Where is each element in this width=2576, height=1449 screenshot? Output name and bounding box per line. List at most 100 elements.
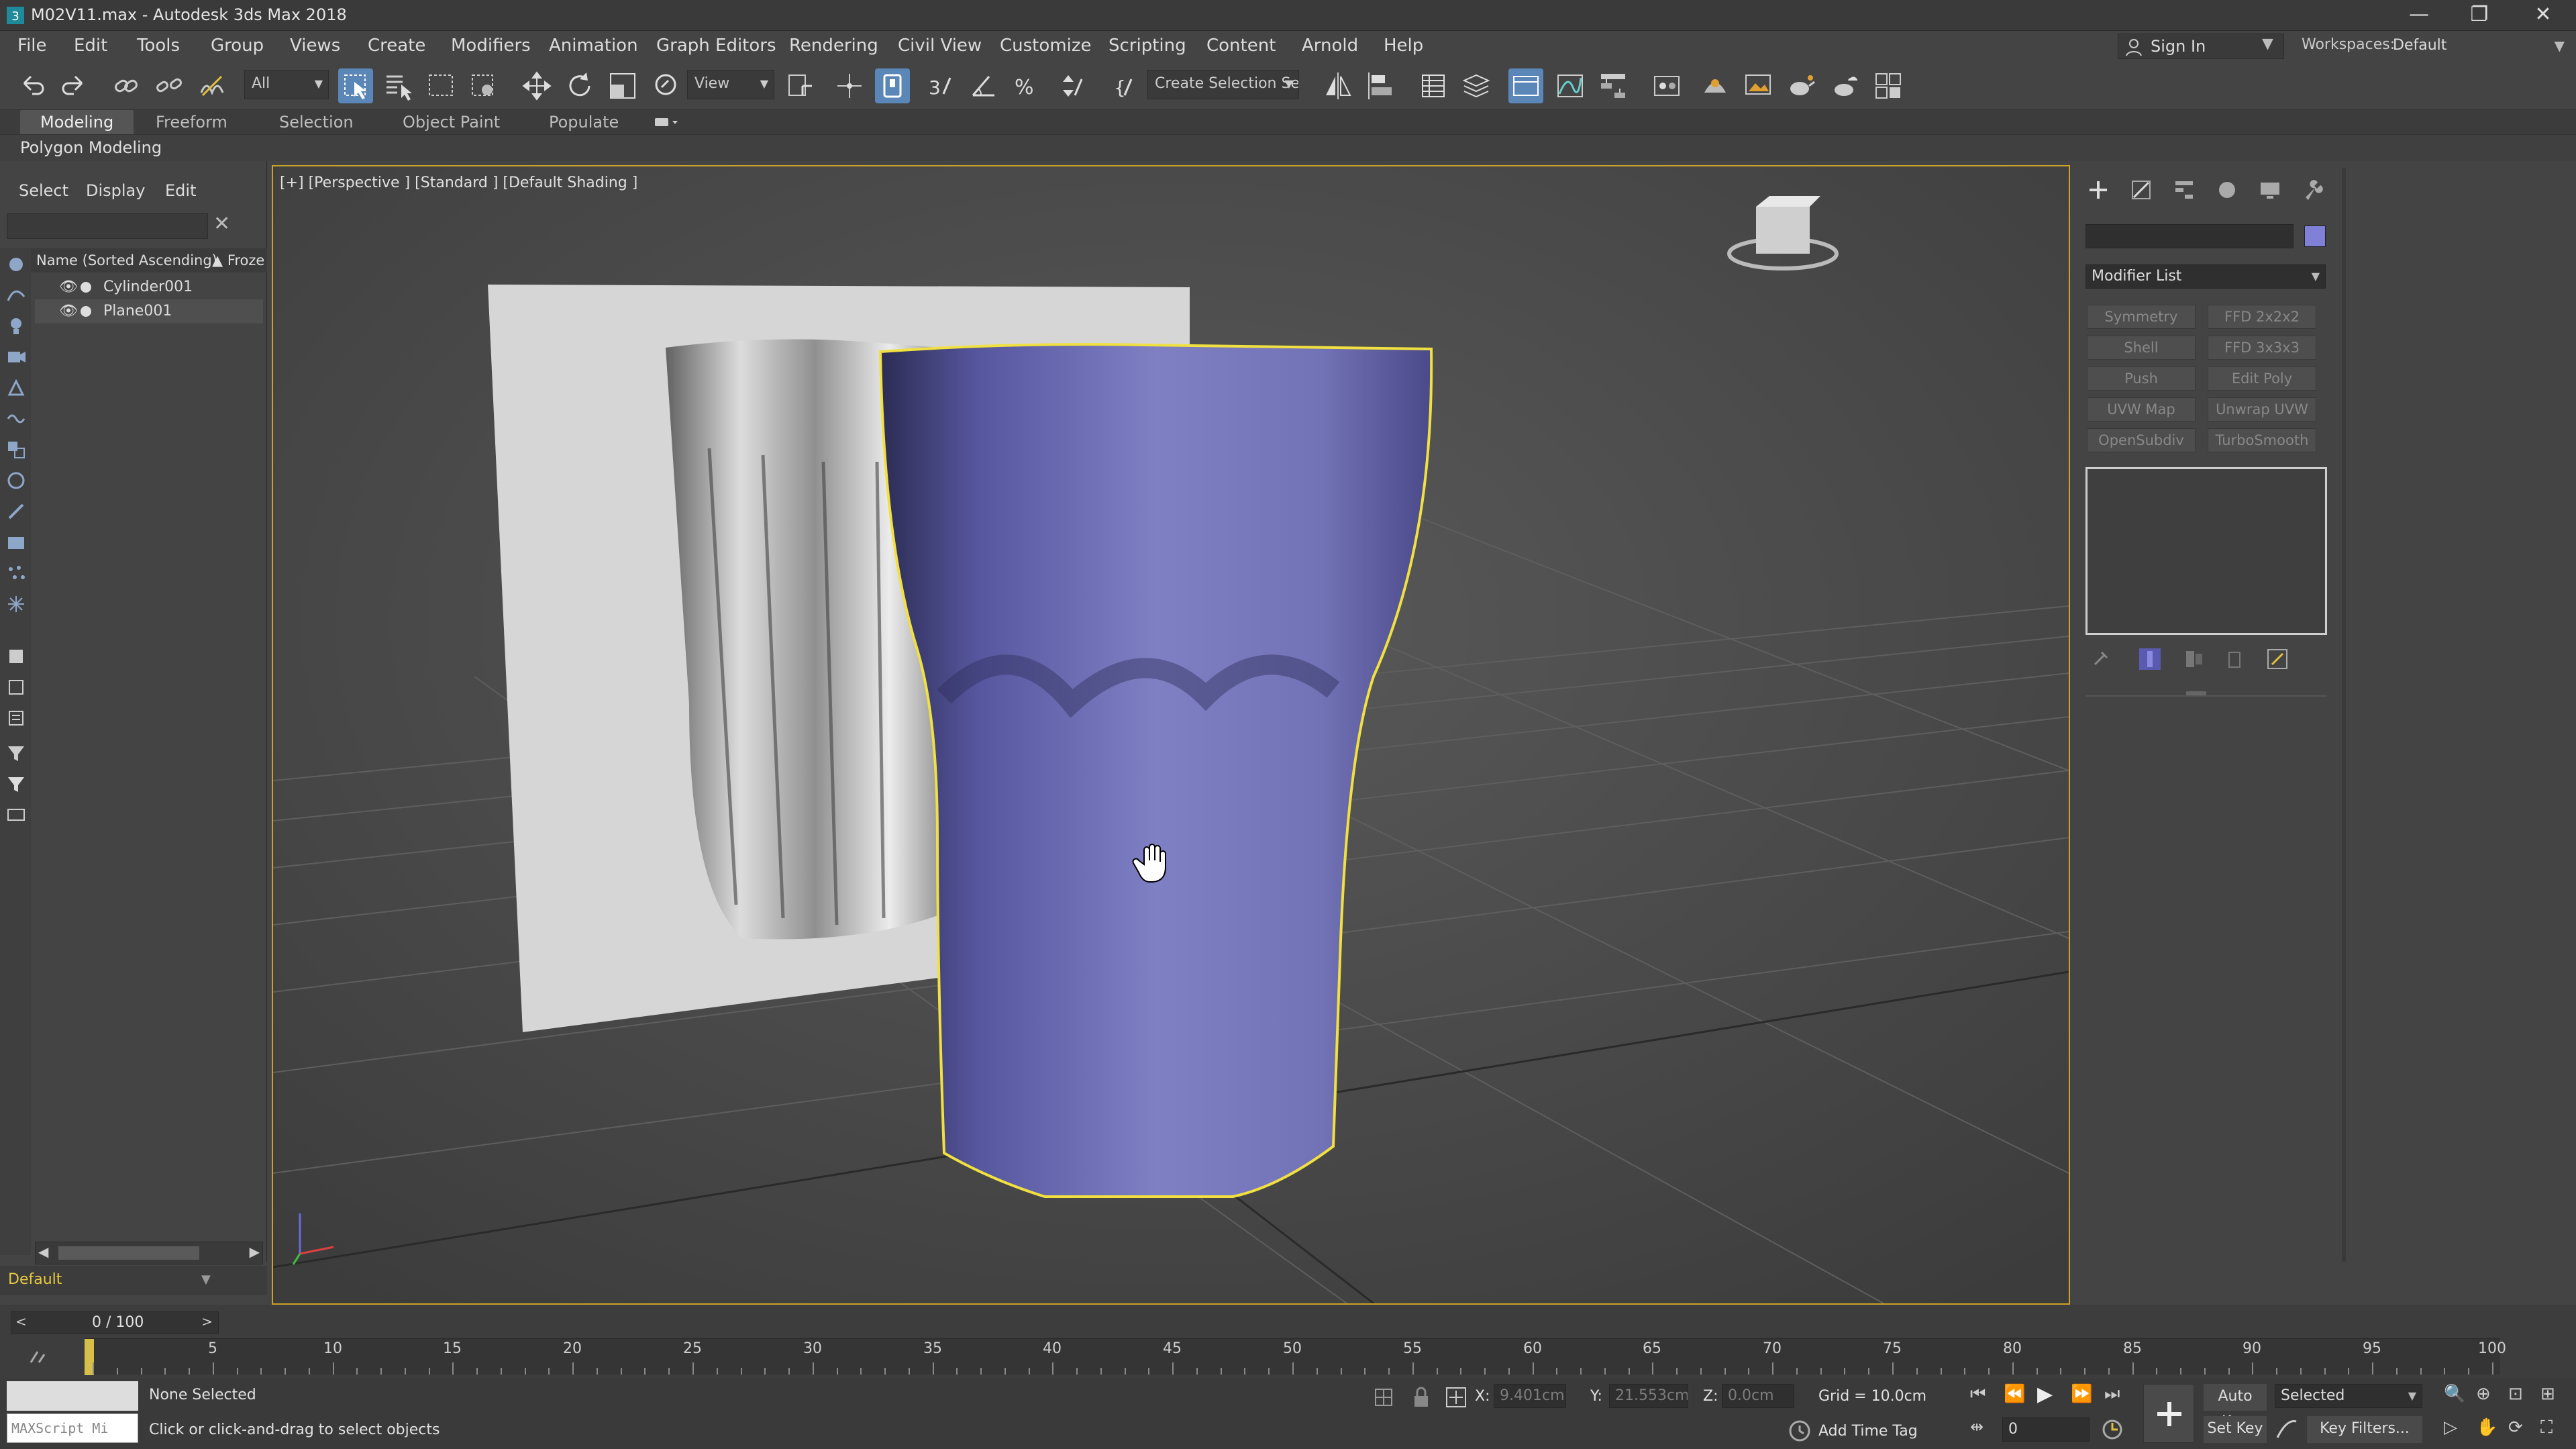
pivot-point-center-button[interactable] bbox=[782, 68, 817, 103]
window-crossing-button[interactable] bbox=[467, 68, 502, 103]
schematic-view-button[interactable] bbox=[1596, 68, 1631, 103]
filter-icon[interactable] bbox=[4, 741, 28, 765]
selection-lock-icon[interactable] bbox=[1408, 1384, 1435, 1411]
viewport-label[interactable]: [+] [Perspective ] [Standard ] [Default … bbox=[280, 174, 637, 191]
column-frozen[interactable]: ▲ Froze bbox=[212, 252, 264, 268]
bind-to-space-warp-button[interactable] bbox=[195, 68, 229, 103]
display-particles-icon[interactable] bbox=[4, 561, 28, 585]
utilities-tab-icon[interactable] bbox=[2302, 179, 2324, 201]
menu-file[interactable]: File bbox=[17, 31, 47, 62]
material-editor-button[interactable] bbox=[1649, 68, 1684, 103]
ribbon-tab-modeling[interactable]: Modeling bbox=[20, 110, 134, 134]
undo-button[interactable] bbox=[15, 68, 50, 103]
ribbon-tab-freeform[interactable]: Freeform bbox=[156, 110, 227, 134]
display-geometry-icon[interactable] bbox=[4, 252, 28, 277]
display-all-icon[interactable] bbox=[4, 644, 28, 668]
z-coordinate-field[interactable]: 0.0cm bbox=[1722, 1384, 1794, 1408]
select-and-rotate-button[interactable] bbox=[562, 68, 597, 103]
display-lights-icon[interactable] bbox=[4, 314, 28, 338]
key-filters-button[interactable]: Key Filters... bbox=[2307, 1416, 2422, 1443]
rectangular-selection-button[interactable] bbox=[424, 68, 459, 103]
object-color-swatch[interactable] bbox=[2304, 226, 2326, 247]
modifier-opensubdiv-button[interactable]: OpenSubdiv bbox=[2087, 428, 2196, 452]
display-space-warps-icon[interactable] bbox=[4, 407, 28, 431]
toggle-scene-explorer-button[interactable] bbox=[1416, 68, 1451, 103]
menu-group[interactable]: Group bbox=[211, 31, 264, 62]
explorer-menu-edit[interactable]: Edit bbox=[165, 181, 196, 200]
modifier-unwrap-uvw-button[interactable]: Unwrap UVW bbox=[2208, 397, 2316, 421]
minimize-button[interactable]: — bbox=[2389, 0, 2449, 31]
track-bar-icon[interactable] bbox=[27, 1342, 54, 1369]
modifier-uvw-map-button[interactable]: UVW Map bbox=[2087, 397, 2196, 421]
column-name-sorted[interactable]: Name (Sorted Ascending) bbox=[36, 252, 217, 268]
explorer-menu-select[interactable]: Select bbox=[19, 181, 68, 200]
display-invert-icon[interactable] bbox=[4, 706, 28, 730]
x-coordinate-field[interactable]: 9.401cm bbox=[1494, 1384, 1566, 1408]
display-bones-icon[interactable] bbox=[4, 499, 28, 523]
display-groups-icon[interactable] bbox=[4, 438, 28, 462]
filter-active-icon[interactable] bbox=[4, 772, 28, 796]
close-button[interactable]: ✕ bbox=[2513, 0, 2573, 31]
field-of-view-icon[interactable]: ▷ bbox=[2444, 1417, 2457, 1438]
ribbon-tab-selection[interactable]: Selection bbox=[279, 110, 354, 134]
angle-snap-button[interactable] bbox=[966, 68, 1001, 103]
go-to-end-icon[interactable]: ⏭ bbox=[2104, 1384, 2120, 1405]
menu-content[interactable]: Content bbox=[1206, 31, 1276, 62]
visibility-eye-icon[interactable]: 👁 bbox=[59, 275, 78, 299]
remove-modifier-icon[interactable] bbox=[2222, 647, 2247, 671]
edit-named-selection-button[interactable]: { bbox=[1107, 68, 1142, 103]
isolate-selection-icon[interactable] bbox=[1370, 1384, 1397, 1411]
key-mode-toggle-icon[interactable]: ⇹ bbox=[1970, 1417, 1983, 1436]
current-frame-field[interactable]: 0 bbox=[2002, 1417, 2090, 1442]
select-and-link-button[interactable] bbox=[109, 68, 144, 103]
explorer-horizontal-scrollbar[interactable]: ◀ ▶ bbox=[35, 1242, 263, 1264]
ribbon-tab-object-paint[interactable]: Object Paint bbox=[403, 110, 500, 134]
pan-view-icon[interactable]: ✋ bbox=[2476, 1417, 2497, 1438]
sign-in-dropdown[interactable]: Sign In ▼ bbox=[2118, 34, 2284, 59]
toggle-layer-explorer-button[interactable] bbox=[1459, 68, 1494, 103]
time-slider[interactable]: < 0 / 100 > bbox=[11, 1311, 219, 1334]
time-configuration-icon[interactable] bbox=[2099, 1416, 2126, 1443]
menu-modifiers[interactable]: Modifiers bbox=[451, 31, 531, 62]
hierarchy-tab-icon[interactable] bbox=[2173, 179, 2196, 201]
display-tab-icon[interactable] bbox=[2259, 179, 2281, 201]
maxscript-mini-listener[interactable]: MAXScript Mi bbox=[7, 1413, 138, 1443]
set-key-big-button[interactable] bbox=[2143, 1384, 2194, 1443]
select-by-name-button[interactable] bbox=[381, 68, 416, 103]
snaps-toggle-button[interactable]: 3 bbox=[923, 68, 958, 103]
y-coordinate-field[interactable]: 21.553cm bbox=[1609, 1384, 1688, 1408]
current-layer[interactable]: Default bbox=[8, 1271, 62, 1288]
motion-tab-icon[interactable] bbox=[2216, 179, 2238, 201]
modify-tab-icon[interactable] bbox=[2130, 179, 2153, 201]
modifier-ffd-2x2x2-button[interactable]: FFD 2x2x2 bbox=[2208, 305, 2316, 329]
menu-create[interactable]: Create bbox=[368, 31, 425, 62]
chevron-down-icon[interactable]: ▼ bbox=[201, 1272, 211, 1287]
explorer-menu-display[interactable]: Display bbox=[86, 181, 145, 200]
unlink-selection-button[interactable] bbox=[152, 68, 187, 103]
menu-scripting[interactable]: Scripting bbox=[1109, 31, 1186, 62]
menu-edit[interactable]: Edit bbox=[74, 31, 107, 62]
next-frame-icon[interactable]: > bbox=[201, 1313, 213, 1330]
toggle-ribbon-button[interactable] bbox=[1508, 68, 1543, 103]
default-in-out-tangents-icon[interactable] bbox=[2273, 1416, 2300, 1443]
add-time-tag-button[interactable]: Add Time Tag bbox=[1818, 1423, 1918, 1440]
menu-arnold[interactable]: Arnold bbox=[1302, 31, 1358, 62]
menu-civil-view[interactable]: Civil View bbox=[898, 31, 982, 62]
key-selection-set-dropdown[interactable]: Selected ▼ bbox=[2275, 1384, 2422, 1408]
pin-stack-icon[interactable] bbox=[2088, 647, 2112, 671]
select-manipulate-button[interactable] bbox=[832, 68, 867, 103]
menu-customize[interactable]: Customize bbox=[1000, 31, 1091, 62]
modifier-turbosmooth-button[interactable]: TurboSmooth bbox=[2208, 428, 2316, 452]
render-production-button[interactable] bbox=[1784, 68, 1818, 103]
time-tag-icon[interactable] bbox=[1786, 1417, 1813, 1444]
restore-button[interactable]: ❐ bbox=[2449, 0, 2510, 31]
named-selection-sets-dropdown[interactable]: Create Selection Se ▼ bbox=[1147, 70, 1299, 99]
a360-gallery-button[interactable] bbox=[1871, 68, 1906, 103]
render-setup-button[interactable] bbox=[1698, 68, 1733, 103]
modifier-edit-poly-button[interactable]: Edit Poly bbox=[2208, 366, 2316, 391]
percent-snap-button[interactable]: % bbox=[1009, 68, 1044, 103]
menu-tools[interactable]: Tools bbox=[137, 31, 180, 62]
visibility-eye-icon[interactable]: 👁 bbox=[59, 299, 78, 323]
ribbon-panel-label[interactable]: Polygon Modeling bbox=[20, 138, 162, 157]
panel-resize-handle[interactable] bbox=[2186, 691, 2206, 695]
